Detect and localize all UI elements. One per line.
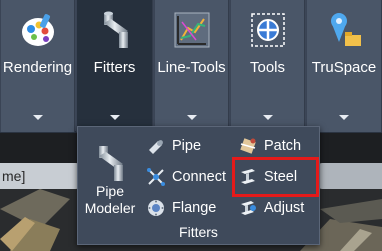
- chevron-down-icon: [339, 115, 349, 120]
- flange-label: Flange: [172, 200, 217, 216]
- line-tools-icon: [174, 12, 209, 48]
- patch-label: Patch: [264, 138, 302, 154]
- chevron-down-icon: [109, 115, 120, 120]
- chevron-down-icon: [32, 115, 43, 120]
- adjust-button[interactable]: Adjust: [238, 197, 304, 219]
- fitters-button[interactable]: Fitters: [76, 0, 153, 132]
- pipe-modeler-label-line1: Pipe: [95, 183, 125, 199]
- pipe-modeler-label-line2: Modeler: [84, 200, 136, 216]
- patch-button[interactable]: Patch: [238, 135, 301, 157]
- connect-button[interactable]: Connect: [146, 166, 226, 188]
- connect-icon: [147, 168, 165, 186]
- tools-label: Tools: [249, 59, 286, 76]
- tools-button[interactable]: Tools: [230, 0, 305, 132]
- rendering-button[interactable]: Rendering: [0, 0, 75, 132]
- ribbon-toolbar: Rendering Fitters Line-Tools Tools TruSp…: [0, 0, 382, 132]
- chevron-down-icon: [186, 115, 197, 120]
- flange-icon: [148, 200, 164, 216]
- chevron-down-icon: [262, 115, 273, 120]
- patch-icon: [240, 138, 256, 154]
- connect-label: Connect: [172, 169, 227, 185]
- pipe-button[interactable]: Pipe: [146, 135, 201, 157]
- line-tools-button[interactable]: Line-Tools: [154, 0, 229, 132]
- viewport-tab-right[interactable]: [318, 163, 382, 189]
- tools-target-icon: [250, 13, 285, 47]
- truspace-button[interactable]: TruSpace: [306, 0, 382, 132]
- flange-button[interactable]: Flange: [146, 197, 216, 219]
- rendering-label: Rendering: [2, 59, 73, 76]
- fitters-panel-title: Fitters: [179, 224, 218, 240]
- pipe-segment-icon: [149, 140, 163, 154]
- steel-highlight-box: [232, 157, 319, 197]
- pipe-modeler-icon: [99, 146, 123, 181]
- fitters-label: Fitters: [93, 59, 136, 76]
- adjust-label: Adjust: [264, 200, 305, 216]
- truspace-label: TruSpace: [311, 59, 377, 76]
- pipe-label: Pipe: [172, 138, 202, 154]
- pipe-modeler-button[interactable]: Pipe Modeler: [82, 143, 138, 223]
- line-tools-label: Line-Tools: [157, 59, 226, 76]
- rendering-icon: [21, 14, 54, 46]
- fitters-dropdown-panel: Pipe Modeler Pipe Connect Flange Patch S…: [77, 126, 320, 245]
- adjust-icon: [241, 201, 256, 215]
- truspace-icon: [331, 13, 361, 46]
- viewport-tab-label: me]: [2, 168, 26, 184]
- viewport-tab[interactable]: me]: [0, 163, 80, 189]
- pipe-fitters-icon: [103, 11, 128, 48]
